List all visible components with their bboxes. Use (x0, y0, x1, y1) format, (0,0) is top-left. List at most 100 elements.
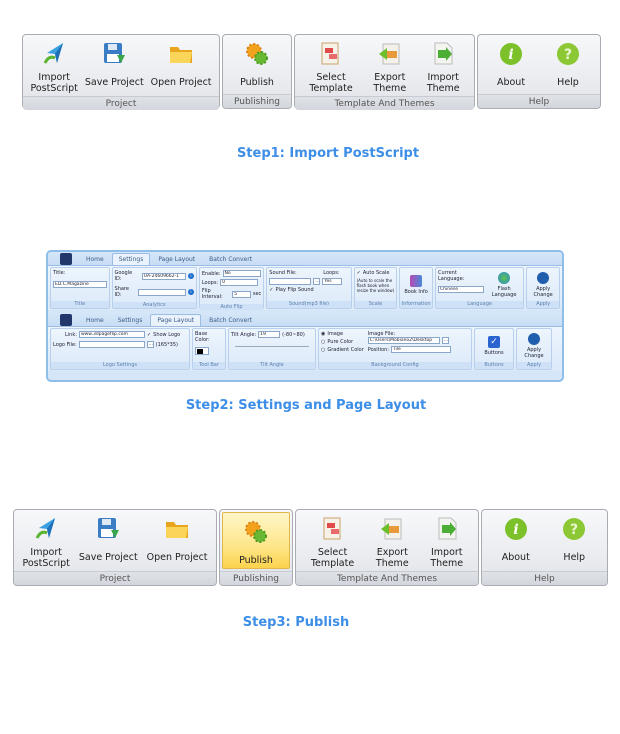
logo-settings-group: Link: www.3dpageflip.com ✓ Show Logo Logo F… (50, 328, 190, 370)
refresh-icon (528, 332, 540, 345)
base-color-picker[interactable] (195, 347, 209, 355)
group-label-template-themes: Template And Themes (296, 571, 478, 585)
info-icon[interactable]: i (188, 273, 194, 279)
loops-select[interactable]: 0 (220, 279, 259, 286)
import-label-1: Import (30, 547, 62, 558)
import-theme-button[interactable]: Import Theme (427, 514, 466, 571)
save-project-button[interactable]: Save Project (76, 514, 141, 565)
apply-group: Apply Change Apply (516, 328, 552, 370)
loops-label: Loops: (201, 279, 219, 286)
title-input[interactable]: ED.C.Magazine (53, 281, 107, 288)
tab-home[interactable]: Home (80, 315, 110, 326)
title-group-label: Title (51, 301, 109, 308)
import-theme-label-2: Theme (430, 558, 464, 569)
open-project-button[interactable]: Open Project (148, 39, 215, 90)
browse-button[interactable]: … (313, 278, 321, 285)
image-file-input[interactable]: C:\Users\Mobiano2\Desktop (367, 337, 440, 344)
link-input[interactable]: www.3dpageflip.com (78, 331, 145, 338)
tab-batch-convert[interactable]: Batch Convert (203, 315, 258, 326)
import-theme-button[interactable]: Import Theme (424, 39, 463, 96)
sound-loops-select[interactable]: Yes (322, 278, 343, 285)
publish-label: Publish (240, 77, 274, 88)
open-project-label: Open Project (146, 552, 208, 563)
radio-pure-color[interactable]: ○ (321, 339, 325, 345)
about-button[interactable]: i About (499, 514, 533, 565)
export-theme-button[interactable]: Export Theme (370, 39, 409, 96)
radio-image[interactable]: ◉ (321, 331, 325, 337)
auto-scale-checkbox[interactable]: ✓ (357, 270, 361, 276)
group-label-help: Help (482, 571, 607, 585)
settings-tabs: Home Settings Page Layout Batch Convert (48, 252, 562, 265)
export-theme-button[interactable]: Export Theme (373, 514, 412, 571)
save-project-button[interactable]: Save Project (82, 39, 147, 90)
language-select[interactable]: Chinese (438, 286, 484, 293)
info-icon[interactable]: i (188, 289, 194, 295)
open-project-button[interactable]: Open Project (144, 514, 211, 565)
flash-language-button[interactable]: Flash Language (487, 270, 521, 299)
google-id-input[interactable]: UA-24609662-1 (141, 272, 187, 280)
title-group: Title: ED.C.Magazine Title (50, 267, 110, 309)
export-theme-icon (377, 41, 403, 67)
apply-change-button[interactable]: Apply Change (517, 329, 551, 362)
tilt-angle-slider[interactable] (235, 346, 309, 347)
about-button[interactable]: i About (494, 39, 528, 90)
select-template-button[interactable]: Select Template (308, 514, 357, 571)
buttons-group: ✓ Buttons Buttons (474, 328, 514, 370)
import-theme-label-2: Theme (426, 83, 460, 94)
tab-batch-convert[interactable]: Batch Convert (203, 254, 258, 265)
scale-group: ✓ Auto Scale (Auto to scale the flash boo… (353, 267, 398, 309)
publish-button[interactable]: Publish (237, 39, 277, 90)
group-project: Import PostScript Save Project Open Proj… (13, 509, 217, 586)
logo-file-label: Logo File: (53, 341, 77, 348)
select-template-label-1: Select (317, 547, 348, 558)
enable-select[interactable]: No (222, 270, 261, 277)
import-postscript-button[interactable]: Import PostScript (27, 39, 80, 96)
tilt-angle-spinner[interactable]: 19 (258, 331, 281, 338)
logo-file-input[interactable] (78, 341, 145, 348)
help-icon: ? (555, 41, 581, 67)
help-button[interactable]: ? Help (558, 514, 590, 565)
tab-home[interactable]: Home (80, 254, 110, 265)
language-group-label: Language (436, 301, 524, 308)
buttons-label: Buttons (484, 349, 504, 356)
sound-file-label: Sound File: (269, 270, 297, 276)
sound-file-input[interactable] (269, 278, 312, 285)
book-info-button[interactable]: Book Info (400, 268, 432, 301)
tab-page-layout[interactable]: Page Layout (150, 314, 202, 326)
analytics-group-label: Analytics (112, 302, 196, 308)
browse-button[interactable]: … (441, 337, 449, 344)
flip-interval-input[interactable]: 5 (232, 290, 251, 298)
flash-language-label: Flash Language (491, 285, 517, 298)
share-id-input[interactable] (138, 288, 187, 296)
help-label: Help (557, 77, 579, 88)
publish-button-highlighted[interactable]: Publish (222, 512, 290, 569)
auto-scale-label: Auto Scale (362, 270, 390, 276)
show-logo-checkbox[interactable]: ✓ (147, 332, 151, 338)
position-select[interactable]: Tile (390, 346, 451, 353)
refresh-icon (537, 271, 550, 284)
radio-image-label: Image (327, 331, 344, 337)
apply-change-button[interactable]: Apply Change (527, 268, 559, 301)
radio-gradient-color[interactable]: ○ (321, 347, 325, 353)
buttons-button[interactable]: ✓ Buttons (475, 329, 513, 362)
tab-settings[interactable]: Settings (111, 253, 151, 265)
save-icon (101, 41, 127, 67)
app-menu-button[interactable] (60, 252, 72, 265)
import-label-2: PostScript (22, 558, 70, 569)
help-button[interactable]: ? Help (552, 39, 584, 90)
import-postscript-button[interactable]: Import PostScript (19, 514, 72, 571)
import-theme-icon (434, 516, 460, 542)
ribbon-step3: Import PostScript Save Project Open Proj… (13, 509, 608, 586)
group-template-themes: Select Template Export Theme Import Them… (295, 509, 479, 586)
select-template-button[interactable]: Select Template (306, 39, 355, 96)
group-label-project: Project (23, 96, 219, 110)
flip-interval-unit: sec (252, 291, 262, 297)
apply-change-label: Apply Change (533, 285, 553, 298)
google-id-label: Google ID: (114, 270, 133, 282)
browse-button[interactable]: … (146, 341, 154, 348)
tilt-range-label: (-80~80) (282, 331, 305, 338)
tab-settings[interactable]: Settings (112, 315, 149, 326)
app-menu-button[interactable] (60, 313, 72, 326)
play-flip-sound-checkbox[interactable]: ✓ (269, 287, 273, 293)
tab-page-layout[interactable]: Page Layout (152, 254, 201, 265)
